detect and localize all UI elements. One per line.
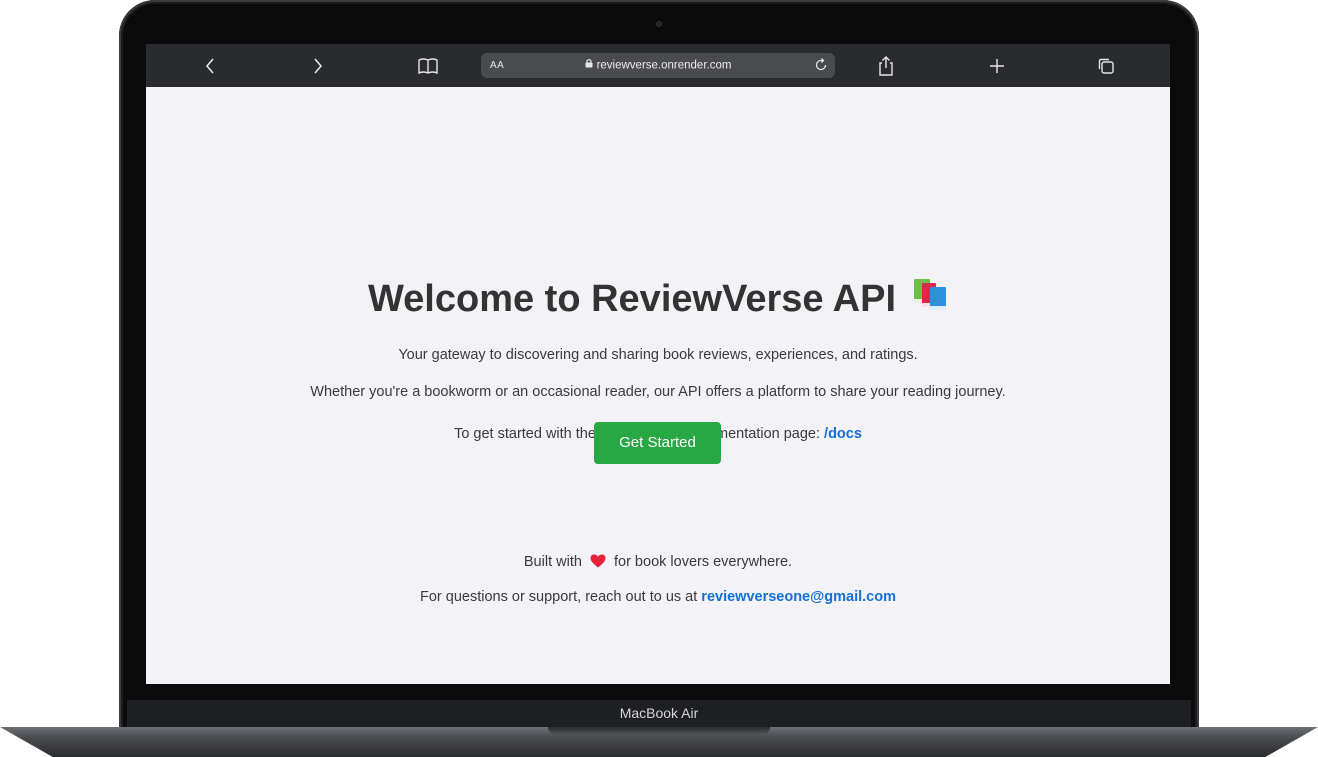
built-suffix: for book lovers everywhere. [613,554,793,570]
built-prefix: Built with [523,554,582,570]
support-email-link[interactable]: reviewverseone@gmail.com [701,589,896,605]
description: Whether you're a bookworm or an occasion… [310,384,1006,400]
reload-icon[interactable] [813,57,829,78]
page-title-text: Welcome to ReviewVerse API [367,277,896,320]
support-prefix: For questions or support, reach out to u… [420,589,702,605]
get-started-button[interactable]: Get Started [594,422,721,464]
camera [656,21,662,27]
docs-link[interactable]: /docs [824,426,862,442]
share-icon[interactable] [876,44,896,87]
page-title: Welcome to ReviewVerse API [146,277,1170,321]
tagline: Your gateway to discovering and sharing … [398,347,918,363]
heart-icon [590,554,606,572]
browser-screen: AA reviewverse.onrender.com Welcome to R… [146,44,1170,684]
address-bar[interactable]: AA reviewverse.onrender.com [481,53,835,78]
bookmarks-icon[interactable] [414,44,442,87]
url-display[interactable]: reviewverse.onrender.com [481,53,835,78]
tabs-icon[interactable] [1095,44,1117,87]
support-line: For questions or support, reach out to u… [146,589,1170,605]
forward-icon[interactable] [306,44,330,87]
url-text: reviewverse.onrender.com [596,59,732,72]
books-icon [912,277,948,321]
lock-icon [585,53,593,78]
page-content: Welcome to ReviewVerse API Your gateway … [146,87,1170,684]
lid-notch [548,727,770,735]
back-icon[interactable] [198,44,222,87]
safari-toolbar: AA reviewverse.onrender.com [146,44,1170,87]
device-label: MacBook Air [619,705,699,721]
built-with-line: Built with for book lovers everywhere. [146,554,1170,572]
new-tab-icon[interactable] [985,44,1009,87]
